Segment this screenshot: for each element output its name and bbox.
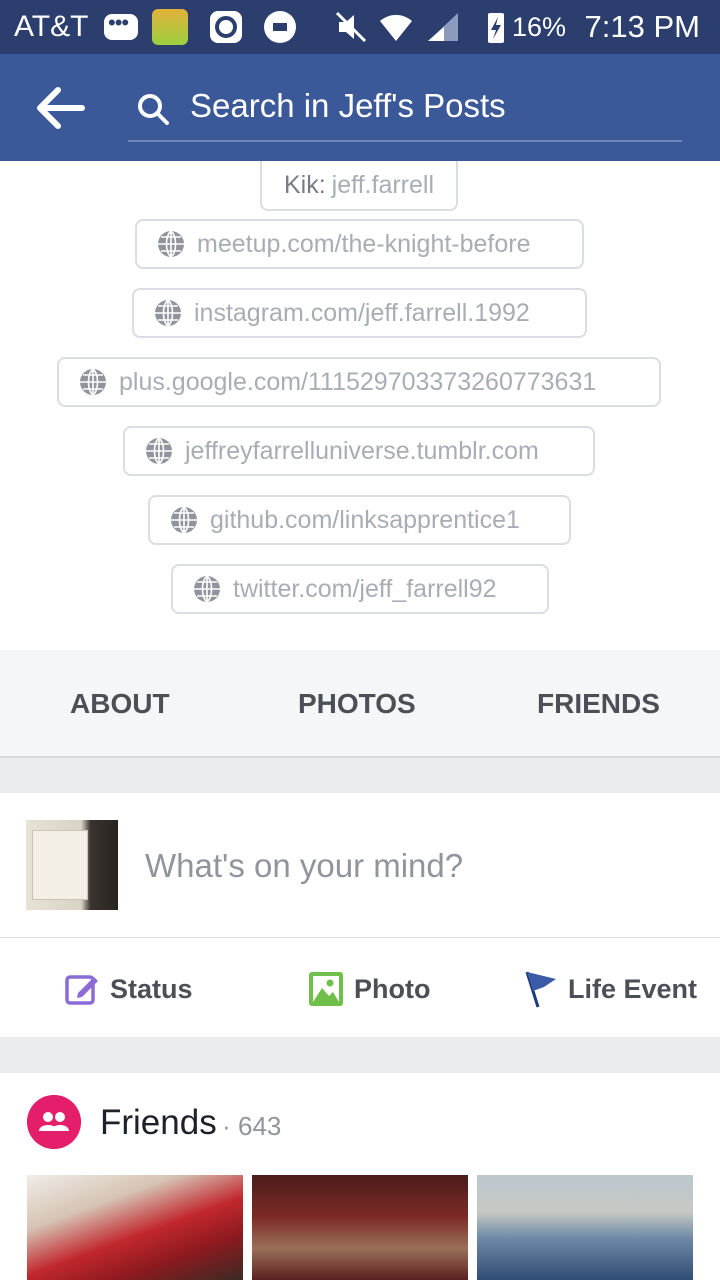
sync-icon (210, 11, 242, 43)
status-bar: AT&T 16% 7:13 PM (0, 0, 720, 54)
search-placeholder: Search in Jeff's Posts (190, 87, 506, 124)
kik-label: Kik: (283, 170, 326, 199)
chart-app-icon (152, 9, 188, 45)
friend-photo[interactable] (477, 1175, 693, 1280)
website-link-meetup[interactable]: meetup.com/the-knight-before (135, 219, 584, 269)
tab-photos[interactable]: PHOTOS (298, 688, 416, 720)
globe-icon (194, 575, 220, 603)
website-link-text: github.com/linksapprentice1 (210, 505, 520, 534)
friends-title[interactable]: Friends (100, 1103, 217, 1143)
website-link-text: twitter.com/jeff_farrell92 (233, 574, 497, 603)
wifi-icon (380, 14, 412, 41)
website-link-text: instagram.com/jeff.farrell.1992 (194, 298, 530, 327)
life-event-label: Life Event (568, 973, 698, 1004)
life-event-button[interactable]: Life Event (522, 969, 697, 1009)
kik-value: jeff.farrell (331, 170, 435, 199)
app-bar: Search in Jeff's Posts (0, 54, 720, 161)
contact-links-section: Kik: jeff.farrell meetup.com/the-knight-… (0, 161, 720, 650)
friends-section: Friends · 643 (0, 1073, 720, 1280)
edit-icon (65, 975, 98, 1005)
friends-icon (27, 1095, 81, 1149)
status-button[interactable]: Status (64, 969, 193, 1009)
signal-icon (428, 13, 458, 41)
divider (0, 937, 720, 938)
messaging-icon (104, 10, 138, 40)
profile-tabs: ABOUT PHOTOS FRIENDS (0, 650, 720, 758)
composer-input[interactable]: What's on your mind? (145, 847, 463, 885)
globe-icon (80, 368, 106, 396)
avatar[interactable] (26, 820, 118, 910)
friends-count: 643 (238, 1111, 282, 1141)
mute-icon (335, 11, 367, 43)
photo-button[interactable]: Photo (308, 969, 430, 1009)
globe-icon (171, 506, 197, 534)
search-input[interactable]: Search in Jeff's Posts (128, 80, 682, 142)
tab-about[interactable]: ABOUT (70, 688, 170, 720)
website-link-twitter[interactable]: twitter.com/jeff_farrell92 (171, 564, 549, 614)
photo-icon (309, 972, 343, 1006)
uber-icon (264, 11, 296, 43)
status-label: Status (110, 973, 193, 1004)
back-arrow-icon[interactable] (36, 86, 88, 130)
kik-username: Kik: jeff.farrell (260, 161, 458, 211)
battery-percent: 16% (512, 12, 567, 42)
flag-icon (525, 971, 556, 1008)
search-icon (138, 94, 169, 125)
website-link-github[interactable]: github.com/linksapprentice1 (148, 495, 571, 545)
post-composer: What's on your mind? Status Photo Life E… (0, 793, 720, 1037)
website-link-text: jeffreyfarrelluniverse.tumblr.com (185, 436, 539, 465)
friend-photo[interactable] (252, 1175, 468, 1280)
website-link-text: plus.google.com/111529703373260773631 (119, 367, 597, 396)
globe-icon (158, 230, 184, 258)
website-link-text: meetup.com/the-knight-before (197, 229, 531, 258)
globe-icon (146, 437, 172, 465)
friend-photo[interactable] (27, 1175, 243, 1280)
website-link-tumblr[interactable]: jeffreyfarrelluniverse.tumblr.com (123, 426, 595, 476)
separator-dot: · (222, 1111, 231, 1141)
tab-friends[interactable]: FRIENDS (537, 688, 660, 720)
carrier-label: AT&T (14, 10, 89, 43)
clock: 7:13 PM (584, 9, 700, 44)
battery-icon (488, 13, 504, 43)
photo-label: Photo (354, 973, 431, 1004)
website-link-google-plus[interactable]: plus.google.com/111529703373260773631 (57, 357, 661, 407)
website-link-instagram[interactable]: instagram.com/jeff.farrell.1992 (132, 288, 587, 338)
globe-icon (155, 299, 181, 327)
